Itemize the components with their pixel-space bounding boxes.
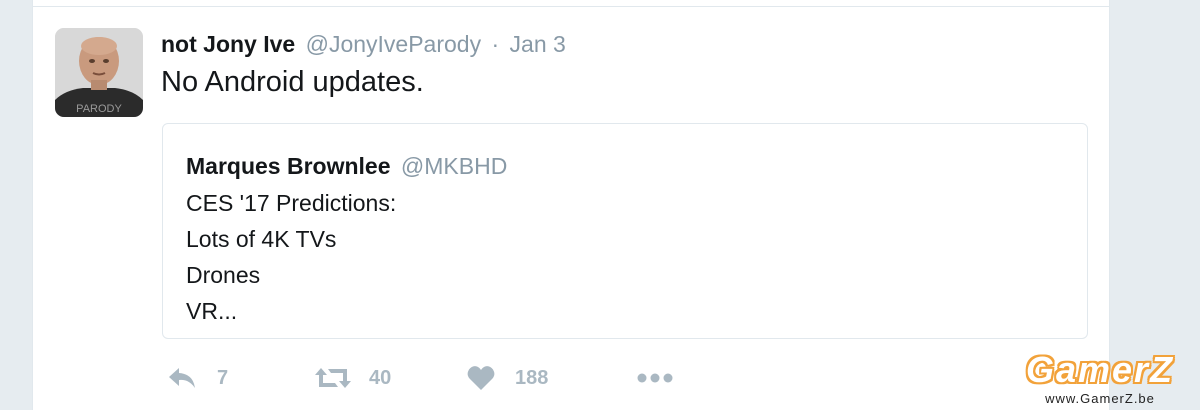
like-count: 188 [515, 366, 549, 389]
quoted-author-name: Marques Brownlee [186, 153, 391, 179]
quoted-line: CES '17 Predictions: [186, 190, 397, 216]
retweet-icon [315, 368, 351, 388]
more-icon [637, 373, 673, 383]
author-name[interactable]: not Jony Ive [161, 31, 295, 57]
heart-icon [467, 366, 495, 390]
watermark-logo: GamerZ [1025, 349, 1175, 390]
quoted-tweet-header: Marques Brownlee @MKBHD [186, 152, 507, 180]
avatar-badge: PARODY [76, 103, 122, 115]
tweet-text: No Android updates. [161, 66, 424, 98]
quoted-line: Drones [186, 262, 261, 288]
watermark: GamerZ www.GamerZ.be [1015, 350, 1185, 407]
reply-icon [169, 368, 195, 388]
watermark-url: www.GamerZ.be [1045, 391, 1155, 406]
quoted-author-handle: @MKBHD [400, 153, 508, 179]
avatar-image: PARODY [55, 28, 143, 117]
tweet-timestamp[interactable]: Jan 3 [510, 31, 566, 57]
quoted-line: VR... [186, 298, 238, 324]
retweet-button[interactable]: 40 [315, 360, 391, 396]
more-button[interactable] [637, 360, 673, 396]
reply-count: 7 [217, 366, 229, 389]
tweet-header: not Jony Ive @JonyIveParody · Jan 3 [161, 30, 566, 58]
quoted-line: Lots of 4K TVs [186, 226, 337, 252]
author-handle[interactable]: @JonyIveParody [306, 31, 482, 57]
avatar[interactable]: PARODY [55, 28, 143, 117]
like-button[interactable]: 188 [467, 360, 548, 396]
separator: · [491, 31, 500, 57]
quoted-tweet[interactable]: Marques Brownlee @MKBHD CES '17 Predicti… [162, 123, 1088, 339]
quoted-tweet-text: CES '17 Predictions: Lots of 4K TVs Dron… [186, 185, 396, 329]
tweet-card[interactable]: PARODY not Jony Ive @JonyIveParody · Jan… [32, 0, 1110, 410]
divider [33, 6, 1109, 7]
retweet-count: 40 [369, 366, 392, 389]
reply-button[interactable]: 7 [167, 360, 228, 396]
